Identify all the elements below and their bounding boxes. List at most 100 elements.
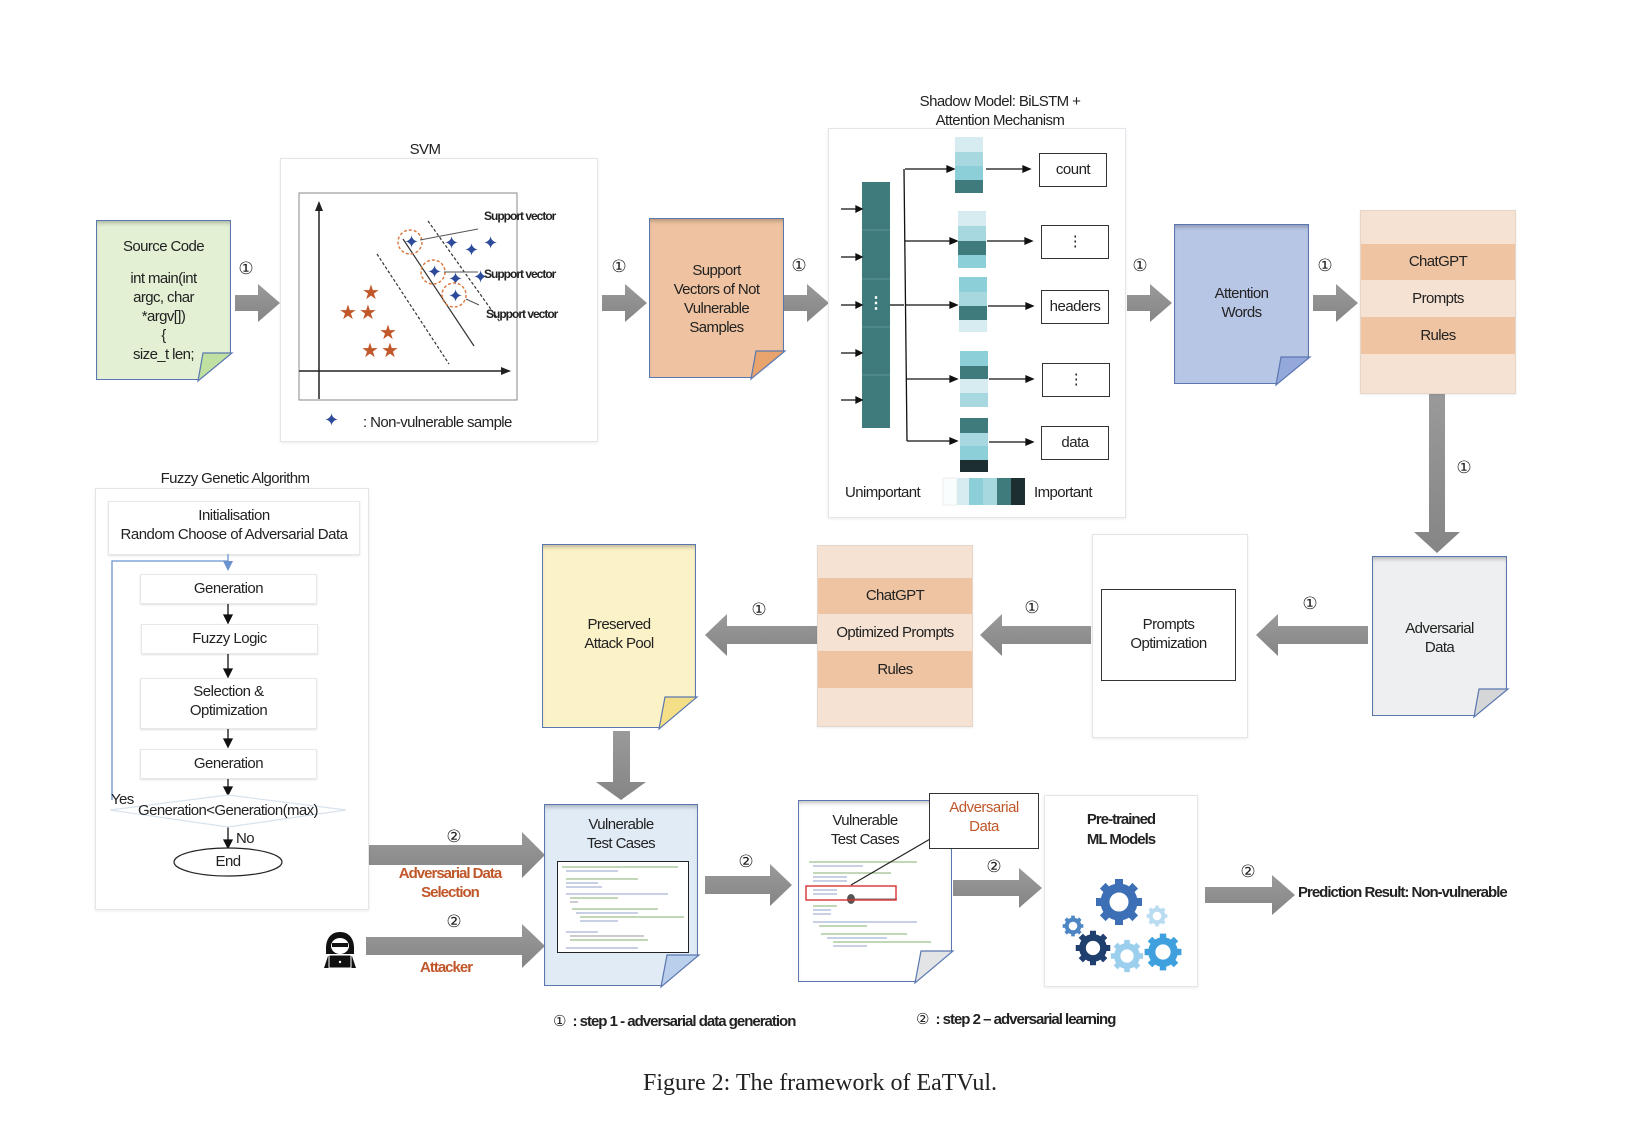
attack-pool-document: Preserved Attack Pool [542,544,699,731]
page-fold-icon [197,352,234,383]
ml-models-title-line: ML Models [1086,831,1156,848]
step1-marker: ① [553,1013,567,1030]
svg-text:✦: ✦ [404,232,419,252]
doc-label: Adversarial [1405,620,1474,637]
step-generation-2: Generation [140,749,317,779]
arrow-shadow-to-attention [1127,284,1172,322]
condition-label: Generation<Generation(max) [138,802,319,819]
step-generation: Generation [140,574,317,604]
step-marker: ② [738,852,754,871]
page-fold-icon [1473,688,1510,719]
gears-icon [1045,866,1195,976]
svm-plot: ★ ★ ★ ★ ★ ★ ✦ ✦ ✦ ✦ ✦ ✦ ✦ ✦ ✦ [298,192,518,430]
shadow-model-title: Shadow Model: BiLSTM + Attention Mechani… [880,92,1120,130]
adversarial-data-document: Adversarial Data [1372,556,1510,719]
svg-text:★: ★ [361,340,379,362]
chatgpt-optimized-panel: ChatGPT Optimized Prompts Rules [817,545,973,727]
svg-text:★: ★ [339,302,357,324]
shadow-model-panel: ⋮ count ⋮ headers ⋮ data Unimportant Imp… [828,128,1126,518]
arrow-adversarial-to-prompts [1256,614,1368,656]
page-fold-icon [658,696,699,731]
importance-scale [942,477,1025,506]
output-token-count: count [1039,153,1107,187]
doc-label: Attention [1214,285,1269,302]
fuzzy-ga-panel: Initialisation Random Choose of Adversar… [95,488,369,910]
svm-panel: ★ ★ ★ ★ ★ ★ ✦ ✦ ✦ ✦ ✦ ✦ ✦ ✦ ✦ Support vector … [280,158,598,442]
hacker-icon [324,932,356,969]
code-line: int main(int [130,270,197,287]
prompts-optimization-box: Prompts Optimization [1101,589,1236,681]
arrow-chatgpt2-to-pool [705,614,818,656]
page-fold-icon [1275,356,1312,387]
doc-label: Preserved [587,616,652,633]
doc-label: Data [1424,639,1455,656]
arrow-attention-to-chatgpt [1313,284,1358,322]
svg-text:★: ★ [381,340,399,362]
prompts-optimization-panel: Prompts Optimization [1092,534,1248,738]
box-label: Prompts [1142,616,1195,633]
step1-description: : step 1 - adversarial data generation [572,1013,796,1030]
code-snippet-thumbnail [557,861,689,953]
step-selection-optimization: Selection & Optimization [140,678,317,729]
doc-label: Support [692,262,741,279]
svm-legend-label: : Non-vulnerable sample [363,414,512,431]
step-marker: ① [238,259,254,278]
step-marker: ② [1240,862,1256,881]
step-marker: ① [611,257,627,276]
box-label: Optimization [1130,635,1207,652]
output-token-headers: headers [1041,290,1109,324]
arrow-prompts-to-chatgpt2 [980,614,1091,656]
arrow-sv-to-shadow [784,284,829,322]
step-marker: ① [1456,458,1472,477]
code-line: *argv[]) [141,308,186,325]
page-fold-icon [914,950,955,985]
attention-words-document: Attention Words [1174,224,1312,387]
step-marker: ① [1024,598,1040,617]
step2-description: : step 2 – adversarial learning [935,1011,1116,1028]
step-label: Selection & [193,683,264,700]
step-fuzzy-logic: Fuzzy Logic [141,624,318,654]
vulnerable-test-cases-document: Vulnerable Test Cases [544,804,701,989]
stripe-chatgpt: ChatGPT [1361,244,1515,280]
step-marker: ① [1302,594,1318,613]
doc-label: Test Cases [586,835,656,852]
label-line: Selection [421,884,480,901]
support-vectors-document: Support Vectors of Not Vulnerable Sample… [649,218,787,381]
doc-label: Vulnerable [683,300,750,317]
svm-title: SVM [409,141,441,158]
code-line: { [161,327,166,344]
pretrained-ml-models-panel: Pre-trained ML Models [1044,795,1198,987]
svg-text:★: ★ [362,282,380,304]
doc-label: Vulnerable [832,812,898,829]
scale-low-label: Unimportant [845,484,921,501]
shadow-model-title-line: Shadow Model: BiLSTM + [919,93,1081,110]
fuzzy-ga-title: Fuzzy Genetic Algorithm [160,470,310,487]
page-fold-icon [660,954,701,989]
doc-label: Attack Pool [584,635,654,652]
step-marker: ② [446,827,462,846]
label-line: Adversarial Data [398,865,502,882]
doc-label: Vulnerable [588,816,654,833]
stripe-rules: Rules [818,651,972,688]
stripe-chatgpt: ChatGPT [818,578,972,614]
stripe-prompts: Prompts [1412,290,1464,307]
code-snippet-thumbnail [805,834,938,947]
adversarial-selection-label: Adversarial Data Selection [385,864,515,902]
scale-high-label: Important [1034,484,1093,501]
step-marker: ② [446,912,462,931]
output-token-data: data [1041,426,1109,460]
ml-models-title: Pre-trained ML Models [1045,810,1197,850]
end-label: End [215,853,241,870]
svg-text:✦: ✦ [483,233,498,253]
svg-text:✦: ✦ [464,240,479,260]
source-code-document: Source Code int main(int argc, char *arg… [96,220,234,383]
stripe-optimized-prompts: Optimized Prompts [836,624,954,641]
svg-text:✦: ✦ [324,410,339,430]
stripe-rules: Rules [1361,317,1515,354]
chatgpt-prompts-rules-panel: ChatGPT Prompts Rules [1360,210,1516,394]
arrow-svm-to-sv [602,284,647,322]
no-label: No [236,830,255,847]
support-vector-label: Support vector [486,307,558,321]
svg-text:✦: ✦ [448,286,463,306]
code-line: argc, char [133,289,194,306]
